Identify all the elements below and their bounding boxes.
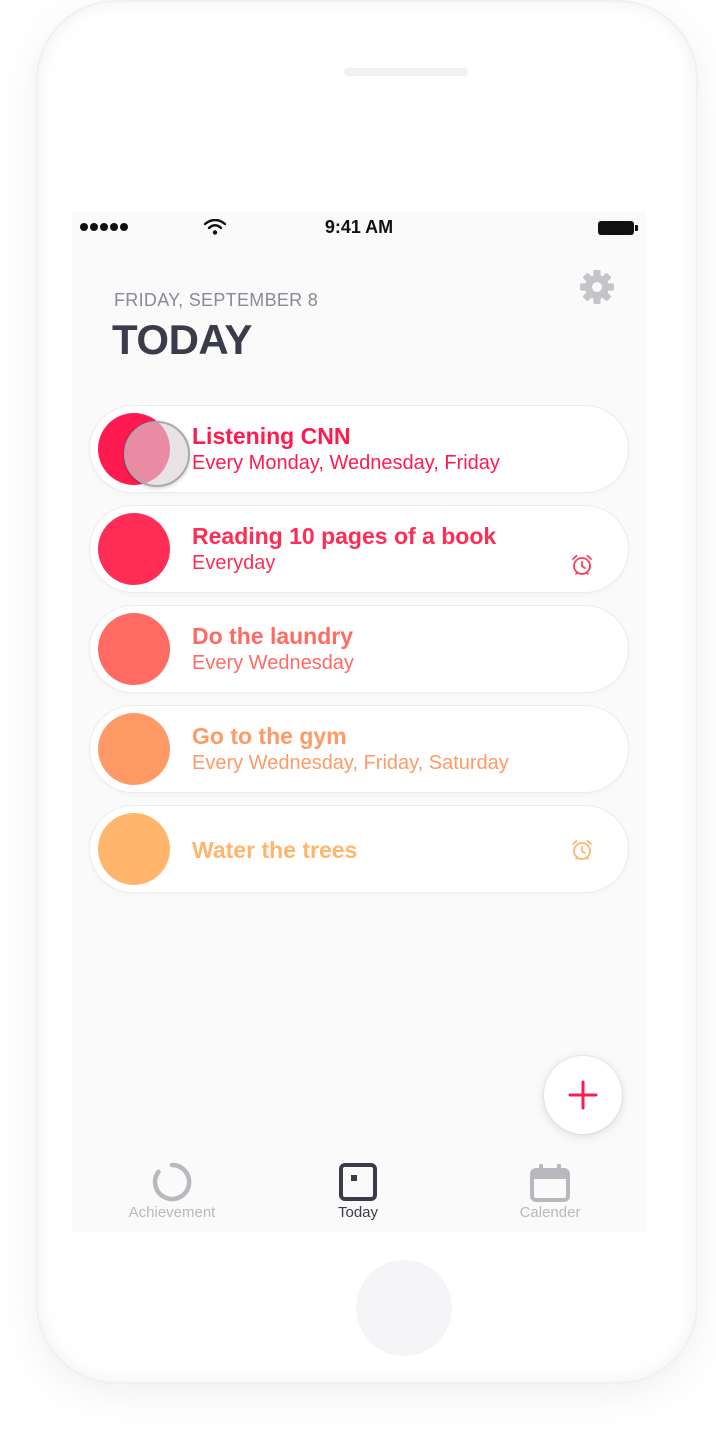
habit-name: Water the trees (192, 837, 358, 863)
habit-list: Listening CNN Every Monday, Wednesday, F… (90, 406, 628, 906)
tab-bar: Achievement Today Calender (72, 1162, 646, 1232)
touch-indicator (124, 421, 190, 487)
tab-label: Achievement (128, 1204, 216, 1221)
tab-today[interactable]: Today (283, 1162, 433, 1221)
tab-label: Today (337, 1204, 379, 1221)
habit-check-circle[interactable] (98, 513, 170, 585)
habit-schedule: Everyday (192, 552, 276, 574)
habit-schedule: Every Wednesday, Friday, Saturday (192, 752, 509, 774)
habit-card[interactable]: Listening CNN Every Monday, Wednesday, F… (90, 406, 628, 492)
earpiece-speaker (344, 68, 468, 76)
calendar-icon (530, 1164, 570, 1202)
habit-card[interactable]: Go to the gym Every Wednesday, Friday, S… (90, 706, 628, 792)
habit-name: Do the laundry (192, 623, 354, 649)
status-time: 9:41 AM (324, 217, 394, 237)
habit-schedule: Every Wednesday (192, 652, 354, 674)
habit-name: Listening CNN (192, 423, 351, 449)
tab-calender[interactable]: Calender (475, 1162, 625, 1221)
status-bar: 9:41 AM (72, 212, 646, 242)
habit-name: Go to the gym (192, 723, 347, 749)
page-title: TODAY (112, 316, 252, 363)
alarm-clock-icon (572, 839, 592, 860)
habit-check-circle[interactable] (98, 713, 170, 785)
app-screen: 9:41 AM FRIDAY, SEPTEMBER 8 TODAY Listen… (72, 212, 646, 1232)
habit-schedule: Every Monday, Wednesday, Friday (192, 452, 500, 474)
habit-check-circle[interactable] (98, 813, 170, 885)
habit-card[interactable]: Reading 10 pages of a book Everyday (90, 506, 628, 592)
gear-icon[interactable] (578, 268, 616, 306)
plus-icon (568, 1080, 598, 1110)
battery-icon (598, 221, 638, 235)
alarm-clock-icon (572, 554, 592, 575)
tab-label: Calender (519, 1204, 581, 1221)
home-button[interactable] (356, 1260, 452, 1356)
progress-ring-icon (152, 1162, 192, 1202)
tab-achievement[interactable]: Achievement (97, 1162, 247, 1221)
add-habit-button[interactable] (544, 1056, 622, 1134)
habit-card[interactable]: Water the trees (90, 806, 628, 892)
habit-check-circle[interactable] (98, 613, 170, 685)
today-square-icon (339, 1163, 377, 1201)
date-label: FRIDAY, SEPTEMBER 8 (114, 290, 319, 310)
habit-name: Reading 10 pages of a book (192, 523, 497, 549)
habit-card[interactable]: Do the laundry Every Wednesday (90, 606, 628, 692)
